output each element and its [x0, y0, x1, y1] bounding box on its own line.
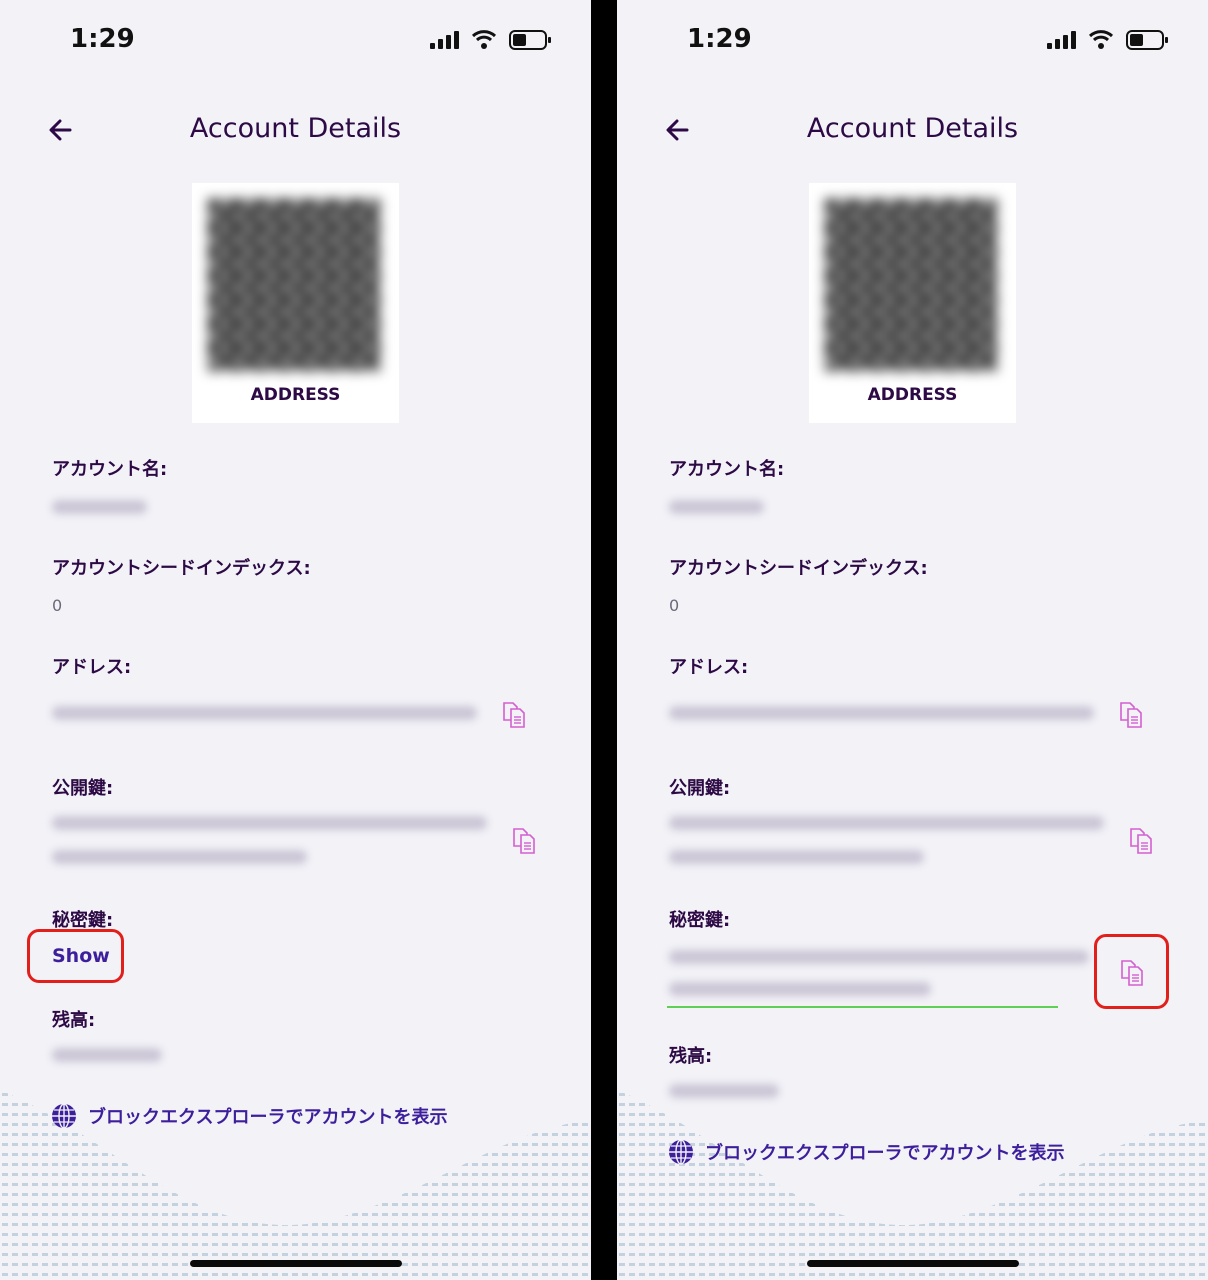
address-label: アドレス:: [669, 657, 749, 678]
copy-address-icon[interactable]: [1118, 700, 1146, 730]
globe-icon: [667, 1138, 695, 1166]
phone-screen-left: 1:29 Account Details ADDRESS アカウント名: アカウ…: [0, 0, 591, 1280]
address-value: [52, 706, 477, 720]
seed-index-value: 0: [669, 596, 680, 615]
public-key-label: 公開鍵:: [669, 778, 731, 799]
status-bar-icons: [430, 28, 560, 52]
qr-label: ADDRESS: [867, 385, 958, 405]
block-explorer-link-label: ブロックエクスプローラでアカウントを表示: [705, 1143, 1065, 1164]
private-key-underline: [667, 1006, 1058, 1008]
seed-index-label: アカウントシードインデックス:: [669, 558, 928, 579]
block-explorer-link[interactable]: ブロックエクスプローラでアカウントを表示: [667, 1138, 1064, 1166]
status-bar-icons: [1047, 28, 1177, 52]
public-key-value-line1: [669, 816, 1104, 830]
screen-divider: [591, 0, 617, 1280]
private-key-label: 秘密鍵:: [669, 910, 731, 931]
highlight-box: [1094, 934, 1169, 1009]
copy-public-key-icon[interactable]: [511, 826, 539, 856]
balance-label: 残高:: [52, 1010, 96, 1031]
home-indicator: [807, 1260, 1019, 1267]
page-title: Account Details: [806, 113, 1019, 144]
block-explorer-link-label: ブロックエクスプローラでアカウントを表示: [88, 1107, 448, 1128]
qr-code: [208, 199, 380, 371]
decorative-wave: [0, 1090, 591, 1280]
page-title: Account Details: [189, 113, 402, 144]
qr-code: [825, 199, 997, 371]
seed-index-value: 0: [52, 596, 63, 615]
qr-code-card[interactable]: ADDRESS: [192, 183, 399, 423]
account-name-label: アカウント名:: [669, 459, 785, 480]
highlight-box: [27, 929, 124, 983]
public-key-value-line1: [52, 816, 487, 830]
block-explorer-link[interactable]: ブロックエクスプローラでアカウントを表示: [50, 1102, 447, 1130]
address-label: アドレス:: [52, 657, 132, 678]
qr-label: ADDRESS: [250, 385, 341, 405]
public-key-value-line2: [52, 850, 307, 864]
account-name-value: [669, 500, 764, 514]
copy-public-key-icon[interactable]: [1128, 826, 1156, 856]
account-name-value: [52, 500, 147, 514]
status-time: 1:29: [70, 24, 135, 54]
status-time: 1:29: [687, 24, 752, 54]
private-key-value-line2: [669, 982, 931, 996]
qr-code-card[interactable]: ADDRESS: [809, 183, 1016, 423]
home-indicator: [190, 1260, 402, 1267]
public-key-label: 公開鍵:: [52, 778, 114, 799]
account-name-label: アカウント名:: [52, 459, 168, 480]
phone-screen-right: 1:29 Account Details ADDRESS アカウント名: アカウ…: [617, 0, 1208, 1280]
public-key-value-line2: [669, 850, 924, 864]
seed-index-label: アカウントシードインデックス:: [52, 558, 311, 579]
globe-icon: [50, 1102, 78, 1130]
address-value: [669, 706, 1094, 720]
private-key-value-line1: [669, 950, 1089, 964]
copy-address-icon[interactable]: [501, 700, 529, 730]
